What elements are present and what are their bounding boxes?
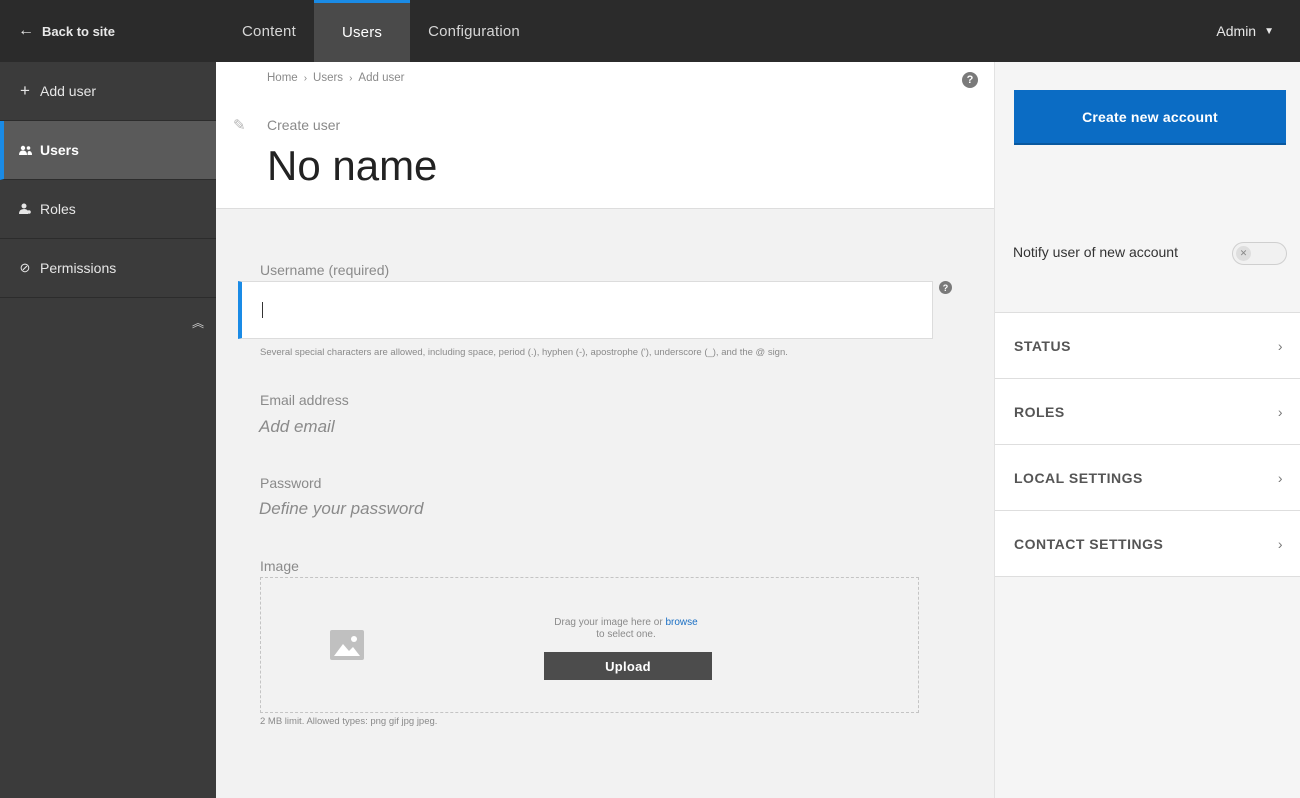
help-icon[interactable]: ? [962, 72, 978, 88]
chevron-right-icon: › [1277, 469, 1283, 486]
email-field[interactable]: Add email [259, 417, 335, 437]
accordion-label: STATUS [1014, 337, 1071, 354]
plus-icon: + [20, 81, 30, 100]
upload-button[interactable]: Upload [544, 652, 712, 680]
caret-down-icon: ▼ [1264, 25, 1274, 37]
password-label: Password [260, 475, 322, 491]
username-field[interactable] [238, 281, 933, 339]
page-subtitle: Create user [267, 117, 341, 133]
breadcrumb-users[interactable]: Users [313, 72, 343, 84]
text-cursor [262, 302, 263, 318]
collapse-sidebar-icon[interactable]: ︽ [192, 314, 204, 331]
email-label: Email address [260, 392, 349, 408]
back-to-site-label: Back to site [42, 23, 115, 39]
password-field[interactable]: Define your password [259, 499, 423, 519]
notify-setting: Notify user of new account ✕ [995, 222, 1300, 312]
dropzone-text-2: to select one. [596, 629, 656, 640]
accordion-status[interactable]: STATUS › [995, 313, 1300, 379]
dropzone-text: Drag your image here or [554, 617, 663, 628]
arrow-left-icon: ← [18, 22, 34, 39]
tab-configuration[interactable]: Configuration [410, 0, 538, 62]
image-dropzone[interactable]: Drag your image here or browse to select… [260, 577, 919, 713]
pencil-icon: ✎ [233, 117, 246, 134]
tab-users[interactable]: Users [313, 0, 411, 62]
page-header: Home › Users › Add user ? ✎ Create user No n… [216, 62, 994, 209]
user-form: Username (required) ? Several special ch… [216, 210, 994, 798]
top-bar: ← Back to site Content Users Configurati… [0, 0, 1300, 62]
chevron-right-icon: › [1277, 535, 1283, 552]
dropzone-instructions: Drag your image here or browse to select… [481, 617, 771, 641]
sidebar-item-roles[interactable]: Roles [0, 180, 216, 239]
chevron-right-icon: › [1277, 403, 1283, 420]
username-hint: Several special characters are allowed, … [260, 347, 788, 358]
back-to-site-link[interactable]: ← Back to site [0, 0, 216, 62]
notify-label: Notify user of new account [1013, 244, 1178, 260]
breadcrumb-add-user: Add user [358, 72, 405, 84]
permissions-icon: ⊘ [19, 260, 31, 275]
sidebar-item-label: Roles [40, 201, 76, 217]
accordion-contact-settings[interactable]: CONTACT SETTINGS › [995, 511, 1300, 577]
create-account-button[interactable]: Create new account [1014, 90, 1286, 145]
accordion-label: ROLES [1014, 403, 1065, 420]
sidebar-item-add-user[interactable]: + Add user [0, 62, 216, 121]
breadcrumb-separator-icon: › [349, 73, 353, 84]
roles-icon [18, 202, 32, 217]
settings-accordion: STATUS › ROLES › LOCAL SETTINGS › CONTAC… [995, 312, 1300, 577]
image-placeholder-icon [330, 630, 364, 660]
accordion-roles[interactable]: ROLES › [995, 379, 1300, 445]
accordion-local-settings[interactable]: LOCAL SETTINGS › [995, 445, 1300, 511]
breadcrumb-home[interactable]: Home [267, 72, 298, 84]
right-panel: Create new account Notify user of new ac… [994, 62, 1300, 798]
username-label: Username (required) [260, 262, 390, 278]
breadcrumb: Home › Users › Add user [267, 72, 404, 84]
sidebar: + Add user Users Roles ⊘ Permissions ︽ [0, 62, 216, 798]
accordion-label: LOCAL SETTINGS [1014, 469, 1143, 486]
tab-content[interactable]: Content [224, 0, 314, 62]
user-menu[interactable]: Admin ▼ [1216, 0, 1274, 62]
main-tabs: Content Users Configuration [224, 0, 538, 62]
accordion-label: CONTACT SETTINGS [1014, 535, 1164, 552]
user-menu-label: Admin [1216, 23, 1257, 39]
toggle-off-icon: ✕ [1236, 246, 1251, 261]
sidebar-item-users[interactable]: Users [0, 121, 216, 180]
sidebar-item-label: Add user [40, 83, 97, 99]
image-label: Image [260, 558, 299, 574]
page-title: No name [267, 142, 438, 189]
username-help-icon[interactable]: ? [939, 281, 952, 294]
sidebar-item-permissions[interactable]: ⊘ Permissions [0, 239, 216, 298]
browse-link[interactable]: browse [665, 617, 697, 628]
notify-toggle[interactable]: ✕ [1232, 242, 1287, 265]
chevron-right-icon: › [1277, 337, 1283, 354]
breadcrumb-separator-icon: › [303, 73, 308, 84]
users-icon [18, 143, 32, 158]
sidebar-item-label: Users [40, 142, 79, 158]
sidebar-item-label: Permissions [40, 260, 117, 276]
image-limits-hint: 2 MB limit. Allowed types: png gif jpg j… [260, 716, 438, 727]
